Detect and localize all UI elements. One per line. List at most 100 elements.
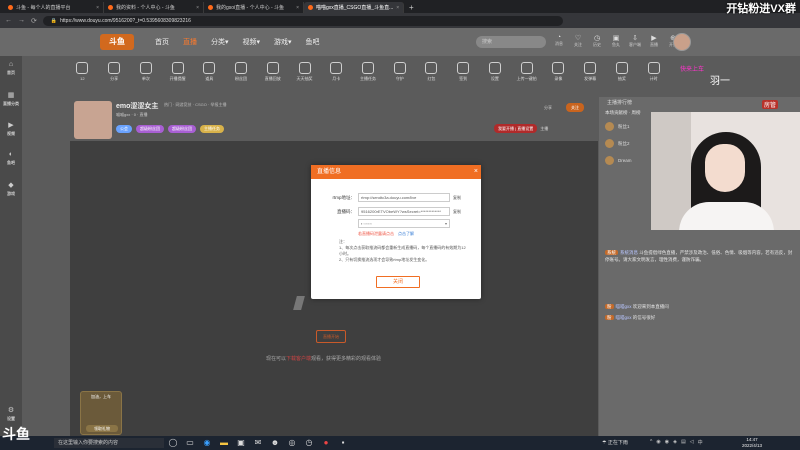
badge-guild[interactable]: 公会 [116,125,132,133]
douyu-logo[interactable]: 斗鱼 [100,34,134,50]
tray-chevron-icon[interactable]: ^ [650,439,652,446]
activity-item[interactable]: 道具 [195,61,224,89]
anchor-label[interactable]: 主播 [540,124,548,133]
tray-app-icon[interactable]: ◉ [656,439,660,446]
search-input[interactable]: 搜索 [476,36,546,48]
activity-item[interactable]: 守护 [385,61,414,89]
activity-item[interactable]: 开播提醒 [163,61,192,89]
gift-icon[interactable]: ▣ 鱼丸 [610,34,622,48]
activity-item[interactable]: 计时 [639,61,668,89]
stream-key-field[interactable]: 9516200rETVObeWY?wsSecret=************* [358,207,450,216]
bell-icon[interactable]: ◔ 消息 [553,34,565,48]
heart-icon[interactable]: ♡ 关注 [572,34,584,48]
activity-item[interactable]: 签到 [449,61,478,89]
streamer-avatar[interactable] [74,101,112,139]
activity-item[interactable]: 红包 [417,61,446,89]
close-icon[interactable]: × [296,5,299,11]
tray-app-icon[interactable]: ◉ [665,439,669,446]
multitask-icon[interactable]: ▭ [185,438,195,448]
follow-button[interactable]: 关注 [566,103,584,112]
reload-icon[interactable]: ⟳ [31,17,37,25]
activity-item[interactable]: 单次 [131,61,160,89]
activity-item[interactable]: 发弹幕 [576,61,605,89]
gift-claim-button[interactable]: 领取礼物 [86,425,118,432]
menu-category[interactable]: 分类▾ [211,37,229,47]
history-icon[interactable]: ◷ 历史 [591,34,603,48]
rail-category[interactable]: ▦ 直播分类 [0,86,22,116]
go-live-button[interactable]: 我要开播 | 直播设置 [494,124,538,133]
mail-icon[interactable]: ✉ [253,438,263,448]
browser-tab-4[interactable]: 喵喵gxx直播_CSGO直播_斗鱼直... × [304,2,404,13]
close-icon[interactable]: × [396,5,399,11]
taskbar-clock[interactable]: 14:47 2022/4/13 [742,437,762,449]
badge-task[interactable]: 主播任务 [200,125,224,133]
activity-item[interactable]: 上传一键拍 [512,61,541,89]
dialog-close-button[interactable]: 关闭 [376,276,420,288]
rail-yuba[interactable]: ◐ 鱼吧 [0,146,22,176]
terminal-icon[interactable]: ▪ [338,438,348,448]
activity-item[interactable]: 设置 [481,61,510,89]
menu-live[interactable]: 直播 [183,37,197,47]
activity-item[interactable]: 分享 [100,61,129,89]
activity-item[interactable]: 粉丝团 [227,61,256,89]
download-icon[interactable]: ⇩ 客户端 [629,34,641,48]
address-bar[interactable]: 🔒 https://www.douyu.com/9516200?_t=0.5395… [42,15,563,26]
activity-item[interactable]: 12 [68,61,97,89]
gift-card[interactable]: 加油，上车 领取礼物 [80,391,122,435]
room-category[interactable]: 热门 · 网游竞技 · CSGO · 举报主播 [164,102,226,108]
activity-item[interactable]: 直播回放 [258,61,287,89]
ime-icon[interactable]: 中 [698,439,703,446]
badge-fanclub-2[interactable]: 超级粉丝团 [168,125,196,133]
activity-item[interactable]: 主播任务 [354,61,383,89]
activity-item[interactable]: 月卡 [322,61,351,89]
close-icon[interactable]: × [96,5,99,11]
player-placeholder-graphic [293,296,305,310]
stream-line-select[interactable]: ▪ ▫▫▫▫▫▫ ▾ [358,219,450,228]
new-tab-button[interactable]: + [404,2,419,13]
rtmp-row: rtmp地址： rtmp://sendtc3a.douyu.com/live 复… [332,193,461,202]
activity-item[interactable]: 天天抽奖 [290,61,319,89]
volume-icon[interactable]: ◁ [690,439,694,446]
taskbar-search[interactable]: 在这里输入你要搜索的内容 [54,438,164,448]
play-icon[interactable]: ▶ 直播 [648,34,660,48]
room-title: emo涩涩女主 [116,103,159,110]
menu-yuba[interactable]: 鱼吧 [306,37,320,47]
share-button[interactable]: 分享 [544,103,552,112]
menu-video[interactable]: 视频▾ [243,37,261,47]
activity-item[interactable]: 录像 [544,61,573,89]
browser-tab-3[interactable]: 我的gsoi直播 - 个人中心 - 斗鱼 × [204,2,304,13]
edge-icon[interactable]: ◉ [202,438,212,448]
forward-icon[interactable]: → [18,17,25,24]
copy-rtmp-button[interactable]: 复制 [453,195,461,201]
download-client-link[interactable]: 下载客户端 [286,356,311,362]
clock-app-icon[interactable]: ◷ [304,438,314,448]
rtmp-address-field[interactable]: rtmp://sendtc3a.douyu.com/live [358,193,450,202]
alien-icon[interactable]: ☻ [270,438,280,448]
menu-home[interactable]: 首页 [155,37,169,47]
browser-tab-1[interactable]: 斗鱼 - 每个人的直播平台 × [4,2,104,13]
copy-key-button[interactable]: 复制 [453,209,461,215]
rail-game[interactable]: ◆ 游戏 [0,176,22,206]
activity-icon [139,62,152,74]
menu-game[interactable]: 游戏▾ [274,37,292,47]
browser-tab-2[interactable]: 我的资料 - 个人中心 - 斗鱼 × [104,2,204,13]
close-icon[interactable]: × [196,5,199,11]
start-live-button[interactable]: 直播开始 [316,330,346,343]
store-icon[interactable]: ▣ [236,438,246,448]
task-view-icon[interactable]: ◯ [168,438,178,448]
chrome-icon[interactable]: ● [321,438,331,448]
back-icon[interactable]: ← [5,17,12,24]
learn-more-link[interactable]: 点击了解 [398,231,414,236]
activity-toolbar: 12 分享 单次 开播提醒 道具 粉丝团 直播回放 天天抽奖 月卡 主播任务 守护 红包 签到 设置 上传一… [68,61,668,89]
close-icon[interactable]: × [474,165,478,179]
network-icon[interactable]: ▤ [681,439,686,446]
tray-app-icon[interactable]: ◈ [673,439,677,446]
folder-icon[interactable]: ▬ [219,438,229,448]
weather-widget[interactable]: ☂ 正在下雨 [602,439,628,446]
rail-home[interactable]: ⌂ 首页 [0,56,22,86]
badge-fanclub[interactable]: 超级粉丝团 [136,125,164,133]
steam-icon[interactable]: ◎ [287,438,297,448]
user-avatar[interactable] [673,33,691,51]
rail-video[interactable]: ▶ 视频 [0,116,22,146]
activity-item[interactable]: 抽奖 [607,61,636,89]
